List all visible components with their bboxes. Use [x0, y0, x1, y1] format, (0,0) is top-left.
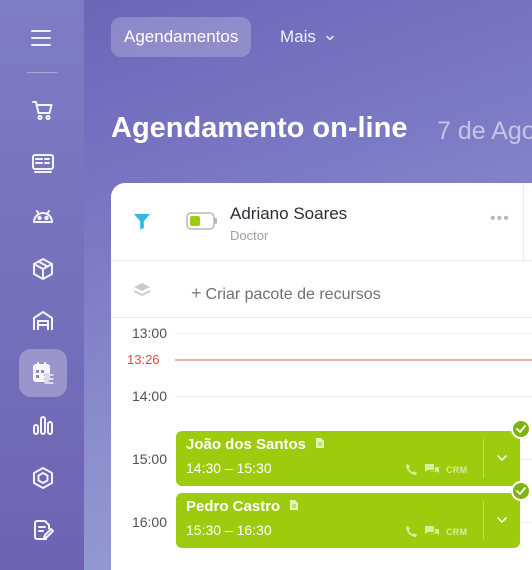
- sidebar-item-booking[interactable]: [19, 349, 67, 397]
- confirmed-check-icon: [511, 419, 531, 439]
- document-edit-icon: [34, 520, 54, 540]
- box-icon: [33, 258, 53, 280]
- sidebar-item-contacts[interactable]: [19, 139, 67, 187]
- time-label: 15:00: [131, 451, 167, 467]
- layers-icon: [133, 283, 151, 296]
- sidebar-item-robots[interactable]: [19, 192, 67, 240]
- left-sidebar: [0, 0, 84, 570]
- chat-icon[interactable]: [424, 463, 440, 476]
- booking-time: 15:30 – 16:30: [186, 522, 272, 538]
- phone-icon[interactable]: [405, 463, 418, 476]
- page-title: Agendamento on-line: [111, 112, 408, 144]
- chevron-down-icon[interactable]: [496, 452, 508, 464]
- booking-actions: CRM: [405, 463, 467, 476]
- hexagon-icon: [33, 467, 53, 489]
- page-date[interactable]: 7 de Ago: [437, 117, 532, 146]
- current-time-label: 13:26: [125, 352, 162, 367]
- booking-time: 14:30 – 15:30: [186, 460, 272, 476]
- column-divider: [523, 183, 524, 261]
- sidebar-item-cart[interactable]: [19, 86, 67, 134]
- chat-icon[interactable]: [424, 525, 440, 538]
- divider: [111, 260, 532, 261]
- top-navigation: Agendamentos Mais: [84, 0, 532, 76]
- note-icon: [316, 438, 325, 448]
- chevron-down-icon: [325, 35, 334, 41]
- booking-card[interactable]: João dos Santos 14:30 – 15:30 CRM: [176, 431, 520, 486]
- sidebar-item-integrations[interactable]: [19, 454, 67, 502]
- hour-line: [175, 396, 532, 397]
- current-time-line: [175, 359, 532, 361]
- booking-client-name: Pedro Castro: [186, 498, 281, 515]
- robot-icon: [33, 210, 53, 223]
- hour-line: [175, 333, 532, 334]
- filter-icon[interactable]: [133, 213, 151, 230]
- bar-chart-icon: [33, 416, 53, 435]
- confirmed-check-icon: [511, 481, 531, 501]
- resource-name[interactable]: Adriano Soares: [230, 204, 347, 224]
- phone-icon[interactable]: [405, 525, 418, 538]
- sidebar-item-analytics[interactable]: [19, 401, 67, 449]
- note-icon: [290, 500, 299, 510]
- divider: [111, 317, 532, 318]
- booking-calendar: Adriano Soares Doctor ••• + Criar pacote …: [111, 183, 532, 570]
- card-divider: [483, 439, 484, 478]
- warehouse-icon: [33, 311, 53, 330]
- more-options-icon[interactable]: •••: [490, 210, 510, 228]
- tab-more-label: Mais: [280, 27, 316, 46]
- create-package-label: Criar pacote de recursos: [205, 286, 381, 303]
- sidebar-item-inventory[interactable]: [19, 297, 67, 345]
- cart-icon: [32, 101, 53, 121]
- chevron-down-icon[interactable]: [496, 514, 508, 526]
- booking-actions: CRM: [405, 525, 467, 538]
- menu-icon[interactable]: [31, 30, 51, 46]
- time-label: 13:00: [131, 325, 167, 341]
- sidebar-item-catalog[interactable]: [19, 245, 67, 293]
- resource-role: Doctor: [230, 228, 269, 243]
- create-package-button[interactable]: + Criar pacote de recursos: [191, 283, 381, 304]
- tab-more[interactable]: Mais: [280, 17, 335, 57]
- contact-card-icon: [32, 154, 54, 173]
- sidebar-item-documents[interactable]: [19, 506, 67, 554]
- crm-label[interactable]: CRM: [446, 465, 467, 475]
- time-label: 16:00: [131, 514, 167, 530]
- tab-agendamentos[interactable]: Agendamentos: [111, 17, 252, 57]
- battery-icon: [186, 212, 217, 230]
- crm-label[interactable]: CRM: [446, 527, 467, 537]
- sidebar-divider: [27, 72, 57, 73]
- booking-card[interactable]: Pedro Castro 15:30 – 16:30 CRM: [176, 493, 520, 548]
- booking-client-name: João dos Santos: [186, 436, 307, 453]
- time-label: 14:00: [131, 388, 167, 404]
- calendar-list-icon: [33, 362, 55, 385]
- card-divider: [483, 501, 484, 540]
- plus-icon: +: [191, 283, 202, 303]
